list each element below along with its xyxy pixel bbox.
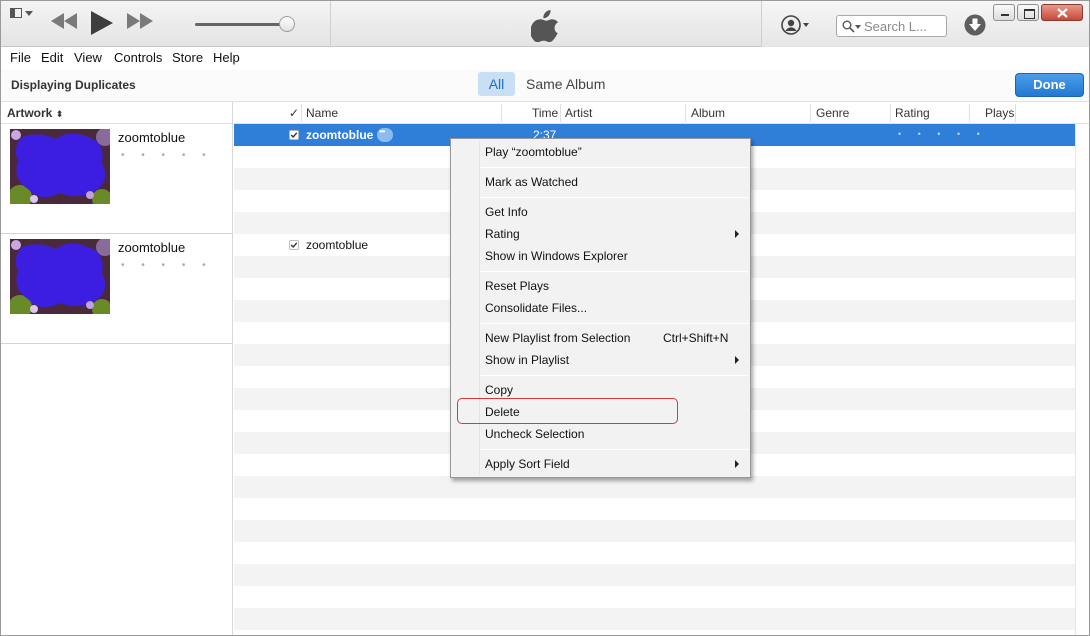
menu-bar: File Edit View Controls Store Help (1, 47, 1089, 69)
column-artist[interactable]: Artist (565, 106, 592, 120)
track-name: zoomtoblue (306, 128, 374, 142)
rewind-icon[interactable] (51, 13, 77, 29)
artwork-column: zoomtoblue • • • • • zoomtoblue • • • • … (1, 102, 233, 635)
download-icon[interactable] (964, 14, 986, 36)
account-dropdown-caret-icon[interactable] (803, 23, 809, 27)
toolbar (1, 1, 1089, 47)
menu-item-copy[interactable]: Copy (485, 383, 513, 397)
menu-item-reset-plays[interactable]: Reset Plays (485, 279, 549, 293)
album-artwork (10, 129, 110, 204)
duplicate-group[interactable]: zoomtoblue • • • • • (1, 124, 233, 234)
menu-help[interactable]: Help (213, 50, 240, 65)
menu-divider (481, 167, 748, 168)
menu-item-consolidate-files[interactable]: Consolidate Files... (485, 301, 587, 315)
menu-item-mark-watched[interactable]: Mark as Watched (485, 175, 578, 189)
group-rating-dots[interactable]: • • • • • (121, 260, 213, 271)
sidebar-toggle-icon[interactable] (10, 7, 34, 21)
minimize-button[interactable] (993, 4, 1015, 21)
duplicate-group[interactable]: zoomtoblue • • • • • (1, 234, 233, 344)
column-check[interactable]: ✓ (289, 106, 299, 120)
page-title: Displaying Duplicates (11, 78, 136, 92)
more-options-icon[interactable] (377, 127, 393, 142)
column-plays[interactable]: Plays (985, 106, 1014, 120)
menu-edit[interactable]: Edit (41, 50, 63, 65)
empty-row (234, 476, 1075, 498)
checkbox-checked-icon[interactable] (289, 130, 299, 140)
itunes-window: File Edit View Controls Store Help Displ… (0, 0, 1090, 636)
search-input[interactable] (864, 18, 944, 34)
empty-row (234, 608, 1075, 630)
column-time[interactable]: Time (532, 106, 558, 120)
context-menu: Play “zoomtoblue” Mark as Watched Get In… (450, 138, 751, 478)
submenu-arrow-icon (735, 356, 739, 364)
menu-gutter (479, 141, 480, 475)
column-rating[interactable]: Rating (895, 106, 930, 120)
fast-forward-icon[interactable] (127, 13, 153, 29)
menu-item-apply-sort-field[interactable]: Apply Sort Field (485, 457, 570, 471)
playback-controls-panel (1, 1, 331, 47)
column-separator (501, 104, 502, 122)
search-icon (842, 20, 855, 33)
column-genre[interactable]: Genre (816, 106, 849, 120)
menu-item-new-playlist[interactable]: New Playlist from Selection (485, 331, 630, 345)
volume-slider[interactable] (195, 23, 289, 26)
album-artwork (10, 239, 110, 314)
tab-same-album[interactable]: Same Album (526, 76, 605, 92)
menu-divider (481, 323, 748, 324)
scrollbar-track[interactable] (1075, 124, 1089, 635)
menu-divider (481, 197, 748, 198)
apple-logo-icon (531, 10, 559, 42)
empty-row (234, 586, 1075, 608)
volume-slider-knob[interactable] (279, 16, 295, 32)
menu-controls[interactable]: Controls (114, 50, 162, 65)
track-rating-dots[interactable]: • • • • • (898, 129, 987, 139)
column-name[interactable]: Name (306, 106, 338, 120)
account-icon[interactable] (781, 15, 801, 35)
close-icon (1057, 8, 1068, 18)
menu-shortcut-new-playlist: Ctrl+Shift+N (663, 331, 729, 345)
menu-item-rating[interactable]: Rating (485, 227, 520, 241)
empty-row (234, 542, 1075, 564)
menu-item-show-in-explorer[interactable]: Show in Windows Explorer (485, 249, 628, 263)
submenu-arrow-icon (735, 460, 739, 468)
column-separator (890, 104, 891, 122)
empty-row (234, 564, 1075, 586)
search-field[interactable] (836, 15, 947, 37)
delete-highlight-annotation (457, 398, 678, 424)
column-separator (685, 104, 686, 122)
checkbox-checked-icon[interactable] (289, 240, 299, 250)
column-separator (301, 104, 302, 122)
empty-row (234, 520, 1075, 542)
column-separator (560, 104, 561, 122)
column-album[interactable]: Album (691, 106, 725, 120)
menu-item-play[interactable]: Play “zoomtoblue” (485, 145, 582, 159)
done-button[interactable]: Done (1015, 73, 1084, 97)
play-icon[interactable] (91, 11, 113, 35)
maximize-button[interactable] (1017, 4, 1039, 21)
menu-divider (481, 449, 748, 450)
group-rating-dots[interactable]: • • • • • (121, 150, 213, 161)
column-separator (810, 104, 811, 122)
group-title: zoomtoblue (118, 240, 186, 255)
menu-view[interactable]: View (74, 50, 102, 65)
menu-item-show-in-playlist[interactable]: Show in Playlist (485, 353, 569, 367)
submenu-arrow-icon (735, 230, 739, 238)
menu-file[interactable]: File (10, 50, 31, 65)
column-separator (1015, 104, 1016, 122)
track-name: zoomtoblue (306, 238, 369, 252)
menu-item-uncheck-selection[interactable]: Uncheck Selection (485, 427, 584, 441)
menu-store[interactable]: Store (172, 50, 203, 65)
search-scope-caret-icon[interactable] (855, 25, 861, 29)
empty-row (234, 498, 1075, 520)
menu-divider (481, 271, 748, 272)
menu-divider (481, 375, 748, 376)
menu-item-get-info[interactable]: Get Info (485, 205, 528, 219)
duplicates-header: Displaying Duplicates All Same Album Don… (1, 69, 1089, 102)
group-title: zoomtoblue (118, 130, 186, 145)
close-button[interactable] (1041, 4, 1083, 21)
column-separator (969, 104, 970, 122)
tab-all[interactable]: All (478, 72, 515, 96)
